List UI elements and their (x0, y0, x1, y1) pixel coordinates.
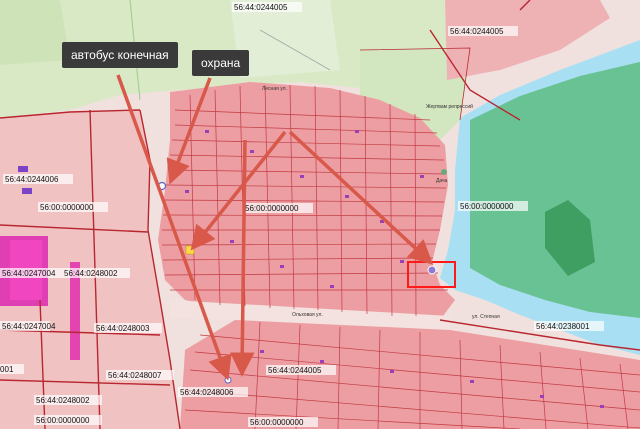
cadastral-label: 56:44:0247004 (2, 269, 56, 278)
cadastral-label: 56:44:0248002 (36, 396, 90, 405)
stop-marker[interactable] (224, 376, 232, 384)
cadastral-label: 56:44:0244005 (234, 3, 288, 12)
pond-label: Дача (436, 178, 448, 184)
guard-post-marker[interactable] (185, 245, 195, 255)
cadastral-label: 56:44:0248003 (96, 324, 150, 333)
street-label: Ольховая ул. (292, 312, 323, 318)
cadastral-label: 56:44:0248006 (180, 388, 234, 397)
cadastral-label: 56:44:0244005 (268, 366, 322, 375)
street-label: ул. Степная (472, 314, 500, 320)
poi-marker[interactable] (427, 265, 437, 275)
poi-label: Жертвам репрессий (426, 103, 473, 110)
bus-terminal-callout: автобус конечная (62, 42, 178, 68)
cadastral-label: 56:00:0000000 (250, 418, 304, 427)
cadastral-label: 56:44:0244006 (5, 175, 59, 184)
cadastral-label: 56:00:0000000 (460, 202, 514, 211)
cadastral-label: 56:44:0247004 (2, 322, 56, 331)
cadastral-label: 56:44:0244005 (450, 27, 504, 36)
cadastral-label: 56:00:0000000 (36, 416, 90, 425)
cadastral-label: 56:44:0248002 (64, 269, 118, 278)
cadastral-label: 56:44:0248007 (108, 371, 162, 380)
cadastral-label: 56:44:0238001 (536, 322, 590, 331)
guard-callout: охрана (192, 50, 250, 76)
cadastral-label: 56:44:0249001 (0, 365, 14, 374)
cadastral-label: 56:00:0000000 (40, 203, 94, 212)
cadastral-label: 56:00:0000000 (245, 204, 299, 213)
pond-marker[interactable] (441, 169, 447, 175)
map-canvas[interactable]: 56:44:0244005 56:44:0244005 56:44:024400… (0, 0, 640, 429)
street-label: Лесная ул. (262, 86, 287, 92)
